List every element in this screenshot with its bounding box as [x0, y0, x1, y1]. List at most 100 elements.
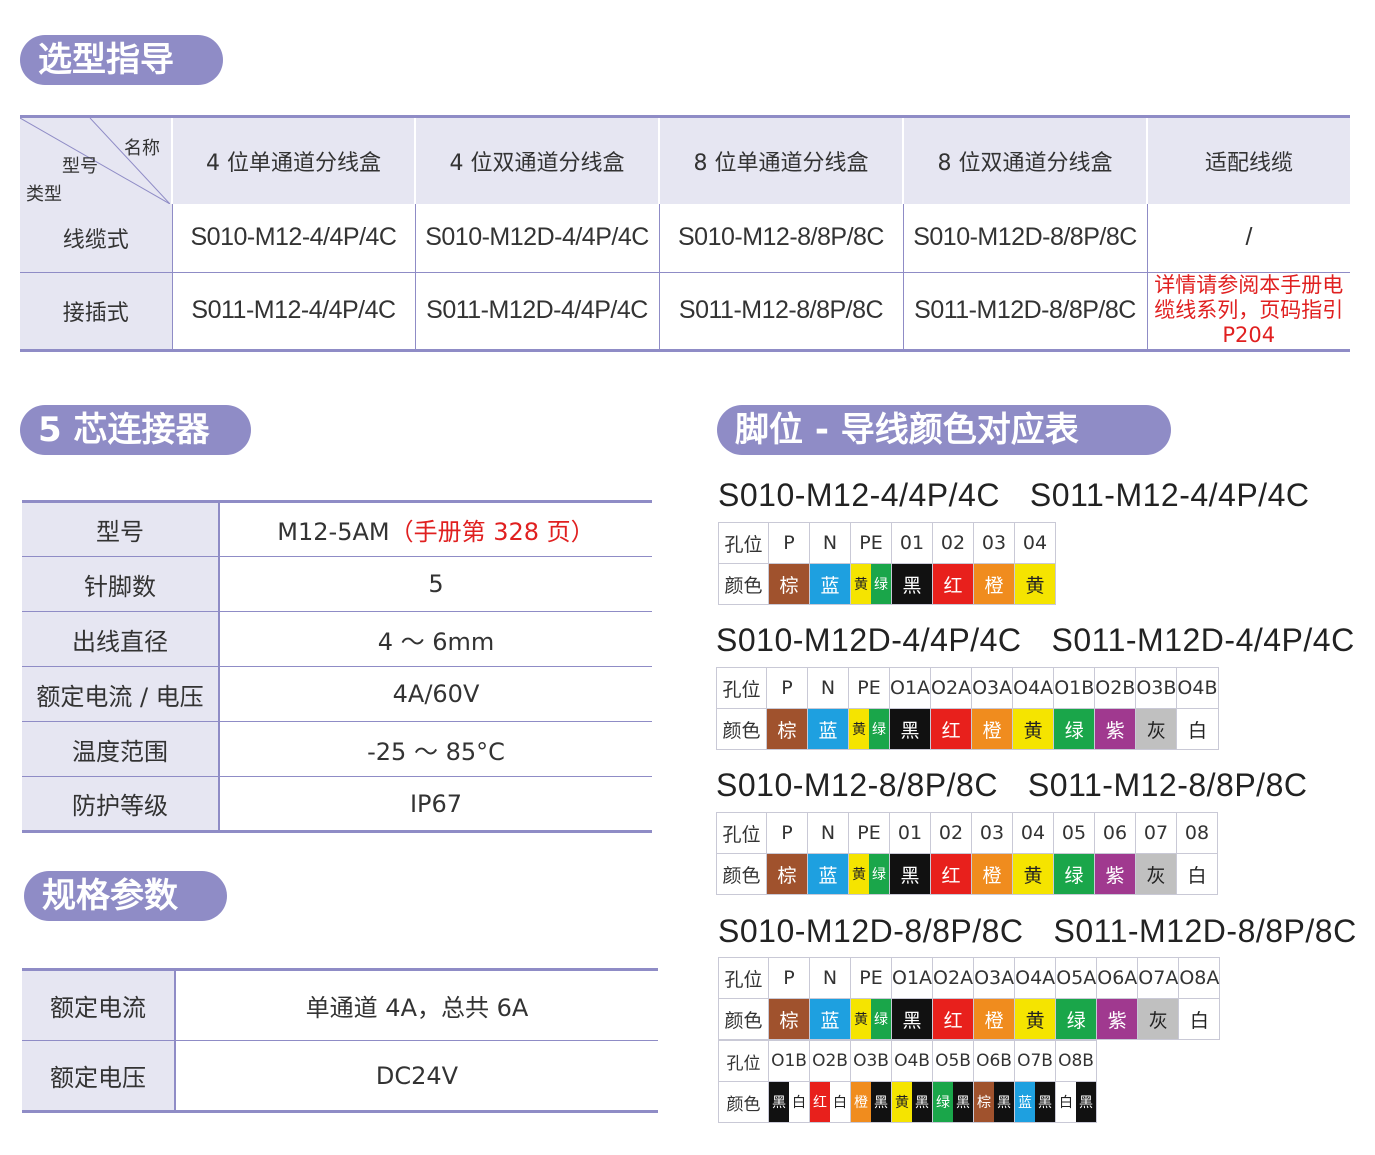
hole-cell: N [809, 522, 851, 564]
spec-table: 额定电流 单通道 4A，总共 6A 额定电压 DC24V [22, 968, 658, 1113]
color-cell: 橙 [973, 998, 1016, 1040]
color-cell: 棕 [768, 998, 810, 1040]
hole-cell: O5B [932, 1040, 974, 1082]
color-swatch: 橙 [851, 1082, 871, 1122]
color-cell-split: 红白 [809, 1081, 851, 1123]
hole-label: 孔位 [716, 667, 767, 709]
hole-row: 孔位 P N PE 01 02 03 04 [718, 522, 1056, 564]
color-swatch: 白 [830, 1082, 850, 1122]
color-label: 颜色 [718, 563, 769, 605]
hole-label: 孔位 [718, 957, 769, 999]
hole-cell: O3A [971, 667, 1014, 709]
color-cell: 黄 [1014, 998, 1057, 1040]
color-cell-split: 白黑 [1055, 1081, 1097, 1123]
color-cell: 蓝 [807, 853, 849, 895]
model-title: S010-M12D-8/8P/8C [718, 913, 1024, 949]
hole-cell: N [809, 957, 851, 999]
color-swatch: 绿 [869, 709, 889, 749]
cable-note: 详情请参阅本手册电缆线系列，页码指引 P204 [1154, 273, 1344, 347]
color-cell: 蓝 [809, 563, 851, 605]
row-value: 单通道 4A，总共 6A [175, 969, 658, 1041]
color-cell: 绿 [1053, 853, 1095, 895]
table-row: 温度范围 -25 ～ 85°C [22, 721, 652, 777]
hole-label: 孔位 [718, 1040, 769, 1082]
row-value: 5 [219, 556, 652, 612]
color-swatch: 黄 [849, 854, 869, 894]
model-cell: S011-M12-4/4P/4C [172, 272, 416, 350]
corner-header: 名称 型号 类型 [20, 116, 173, 205]
color-swatch: 黑 [953, 1082, 973, 1122]
hole-cell: O8B [1055, 1040, 1097, 1082]
selection-table: 名称 型号 类型 4 位单通道分线盒 4 位双通道分线盒 8 位单通道分线盒 8… [20, 115, 1350, 352]
corner-type: 类型 [26, 184, 62, 205]
color-swatch: 白 [1056, 1082, 1076, 1122]
row-value: 4A/60V [219, 666, 652, 722]
color-label: 颜色 [716, 853, 767, 895]
color-label: 颜色 [718, 1081, 769, 1123]
hole-row: 孔位 P N PE O1A O2A O3A O4A O5A O6A O7A O8A [718, 957, 1221, 999]
hole-cell: O1B [768, 1040, 810, 1082]
color-cell: 黑 [891, 563, 933, 605]
table-row: 防护等级 IP67 [22, 776, 652, 832]
color-row: 颜色棕蓝黄绿黑红橙黄绿紫灰白 [718, 998, 1221, 1040]
color-cell: 棕 [766, 853, 808, 895]
hole-cell: O4A [1014, 957, 1057, 999]
hole-cell: 02 [930, 812, 972, 854]
hole-cell: O5A [1055, 957, 1098, 999]
row-value: 4 ～ 6mm [219, 611, 652, 667]
column-header: 适配线缆 [1147, 116, 1350, 204]
color-cell: 灰 [1135, 708, 1178, 750]
table-row: 接插式 S011-M12-4/4P/4C S011-M12D-4/4P/4C S… [20, 272, 1350, 350]
hole-cell: O2A [932, 957, 975, 999]
color-cell: 白 [1176, 708, 1219, 750]
hole-cell: 04 [1014, 522, 1056, 564]
hole-cell: O2B [1094, 667, 1137, 709]
color-cell: 黄 [1012, 708, 1055, 750]
color-swatch: 黑 [871, 1082, 891, 1122]
color-cell: 棕 [766, 708, 808, 750]
color-swatch: 黑 [1076, 1082, 1096, 1122]
color-cell-split: 黄绿 [848, 708, 890, 750]
table-row: 额定电流 单通道 4A，总共 6A [22, 969, 658, 1041]
hole-cell: PE [848, 667, 890, 709]
model-cell: S010-M12-8/8P/8C [659, 204, 904, 273]
color-cell-split: 黄绿 [850, 563, 892, 605]
column-header: 4 位单通道分线盒 [172, 116, 416, 204]
model-cell: S010-M12D-4/4P/4C [415, 204, 660, 273]
model-title: S010-M12D-4/4P/4C [716, 622, 1022, 658]
model-title: S011-M12D-8/8P/8C [1053, 913, 1357, 949]
hole-cell: O4B [891, 1040, 933, 1082]
row-label: 型号 [22, 501, 220, 557]
corner-model: 型号 [62, 156, 98, 177]
color-swatch: 绿 [933, 1082, 953, 1122]
hole-cell: P [768, 957, 810, 999]
color-cell-split: 橙黑 [850, 1081, 892, 1123]
column-header: 4 位双通道分线盒 [415, 116, 660, 204]
row-label: 额定电流 / 电压 [22, 666, 220, 722]
row-label: 温度范围 [22, 721, 220, 777]
color-cell: 黄 [1012, 853, 1054, 895]
section-title-pins: 脚位 - 导线颜色对应表 [717, 405, 1171, 455]
section-title-core5: 5 芯连接器 [20, 405, 251, 455]
hole-cell: 02 [932, 522, 974, 564]
color-cell-split: 黄黑 [891, 1081, 933, 1123]
color-cell-split: 绿黑 [932, 1081, 974, 1123]
hole-cell: PE [850, 957, 892, 999]
hole-row: 孔位 P N PE 01 02 03 04 05 06 07 08 [716, 812, 1218, 854]
hole-cell: 06 [1094, 812, 1136, 854]
color-swatch: 绿 [869, 854, 889, 894]
model-title: S010-M12-8/8P/8C [716, 767, 998, 803]
model-title: S011-M12D-4/4P/4C [1051, 622, 1355, 658]
color-row: 颜色棕蓝黄绿黑红橙黄 [718, 563, 1056, 605]
hole-cell: O7B [1014, 1040, 1056, 1082]
row-value: IP67 [409, 789, 463, 818]
color-swatch: 黄 [851, 564, 871, 604]
hole-cell: N [807, 667, 849, 709]
color-cell: 红 [932, 563, 974, 605]
column-header: 8 位双通道分线盒 [903, 116, 1148, 204]
pin-color-table: 孔位 P N PE O1A O2A O3A O4A O1B O2B O3B O4B 颜色棕蓝黄绿黑红橙黄… [716, 667, 1219, 750]
color-cell-split: 黄绿 [848, 853, 890, 895]
color-cell: 紫 [1094, 853, 1136, 895]
hole-cell: P [768, 522, 810, 564]
hole-cell: O4B [1176, 667, 1219, 709]
